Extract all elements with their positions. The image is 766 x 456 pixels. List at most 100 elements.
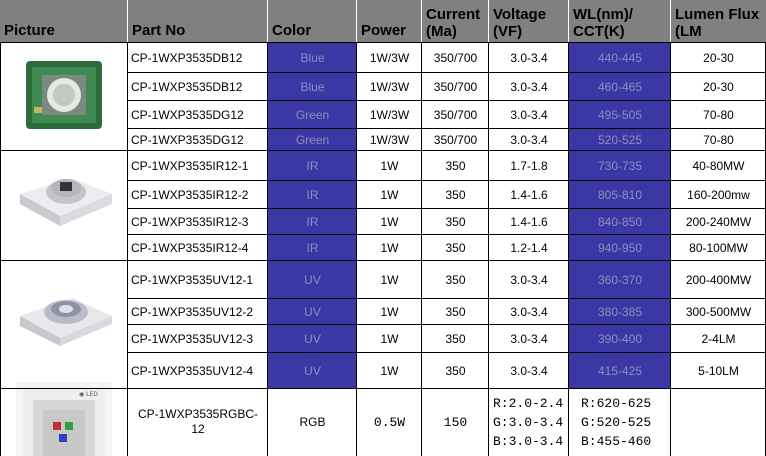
cell-wavelength: 730-735 bbox=[569, 152, 671, 180]
svg-text:◉ LED: ◉ LED bbox=[79, 391, 98, 398]
cell-current: 350/700 bbox=[433, 108, 478, 122]
grid-vertical-line bbox=[670, 42, 671, 456]
rgb-voltage: R:2.0-2.4 G:3.0-3.4 B:3.0-3.4 bbox=[493, 395, 564, 449]
cell-color: UV bbox=[268, 262, 357, 298]
cell-current: 350 bbox=[445, 241, 466, 255]
rgb-part-no: CP-1WXP3535RGBC- 12 bbox=[137, 407, 259, 436]
header-power: Power bbox=[357, 0, 422, 42]
cell-current: 350/700 bbox=[433, 51, 478, 65]
cell-current: 350 bbox=[445, 273, 466, 287]
cell-power: 1W bbox=[380, 364, 399, 378]
cell-lumen-flux: 70-80 bbox=[703, 108, 734, 122]
grid-horizontal-line bbox=[128, 298, 766, 299]
grid-horizontal-line bbox=[128, 324, 766, 325]
cell-part-no: CP-1WXP3535UV12-2 bbox=[131, 305, 254, 319]
rgb-led-package-icon: ◉ LED bbox=[16, 382, 112, 456]
cell-power: 1W/3W bbox=[369, 108, 410, 122]
rgb-wavelength: R:620-625 G:520-525 B:455-460 bbox=[581, 395, 652, 449]
cell-lumen-flux: 80-100MW bbox=[689, 241, 748, 255]
header-lumen-flux: Lumen Flux (LM bbox=[671, 0, 766, 42]
cell-lumen-flux: 5-10LM bbox=[698, 364, 739, 378]
cell-wavelength: 440-445 bbox=[569, 44, 671, 72]
cell-part-no: CP-1WXP3535UV12-4 bbox=[131, 364, 254, 378]
cell-current: 350 bbox=[445, 364, 466, 378]
cell-current: 350 bbox=[445, 188, 466, 202]
cell-lumen-flux: 70-80 bbox=[703, 133, 734, 147]
rgb-current: 150 bbox=[443, 414, 468, 430]
cell-voltage: 1.2-1.4 bbox=[510, 241, 548, 255]
grid-vertical-line bbox=[568, 42, 569, 456]
cell-voltage: 3.0-3.4 bbox=[510, 305, 548, 319]
cell-power: 1W/3W bbox=[369, 133, 410, 147]
cell-part-no: CP-1WXP3535IR12-4 bbox=[131, 241, 249, 255]
cell-lumen-flux: 40-80MW bbox=[692, 159, 745, 173]
grid-horizontal-line bbox=[0, 42, 766, 43]
cell-current: 350 bbox=[445, 332, 466, 346]
green-pcb-led-icon bbox=[8, 52, 120, 138]
cell-power: 1W bbox=[380, 332, 399, 346]
cell-wavelength: 390-400 bbox=[569, 326, 671, 352]
cell-power: 1W bbox=[380, 159, 399, 173]
cell-color: UV bbox=[268, 300, 357, 324]
cell-wavelength: 460-465 bbox=[569, 74, 671, 100]
cell-part-no: CP-1WXP3535DG12 bbox=[131, 133, 244, 147]
cell-part-no: CP-1WXP3535IR12-1 bbox=[131, 159, 249, 173]
cell-color: Green bbox=[268, 102, 357, 128]
cell-power: 1W bbox=[380, 273, 399, 287]
cell-part-no: CP-1WXP3535UV12-3 bbox=[131, 332, 254, 346]
cell-part-no: CP-1WXP3535DB12 bbox=[131, 51, 243, 65]
grid-vertical-line bbox=[127, 42, 128, 456]
grid-horizontal-line bbox=[128, 128, 766, 129]
cell-wavelength: 380-385 bbox=[569, 300, 671, 324]
grid-vertical-line bbox=[421, 42, 422, 456]
grid-horizontal-line bbox=[0, 150, 766, 151]
cell-wavelength: 805-810 bbox=[569, 182, 671, 208]
grid-horizontal-line bbox=[0, 260, 766, 261]
header-voltage: Voltage (VF) bbox=[489, 0, 569, 42]
cell-power: 1W/3W bbox=[369, 80, 410, 94]
cell-voltage: 3.0-3.4 bbox=[510, 364, 548, 378]
cell-voltage: 1.4-1.6 bbox=[510, 188, 548, 202]
cell-color: IR bbox=[268, 236, 357, 260]
cell-voltage: 3.0-3.4 bbox=[510, 273, 548, 287]
cell-voltage: 3.0-3.4 bbox=[510, 332, 548, 346]
grid-horizontal-line bbox=[128, 352, 766, 353]
cell-part-no: CP-1WXP3535DG12 bbox=[131, 108, 244, 122]
cell-voltage: 1.7-1.8 bbox=[510, 159, 548, 173]
cell-lumen-flux: 200-400MW bbox=[685, 273, 752, 287]
cell-color: Green bbox=[268, 130, 357, 150]
cell-part-no: CP-1WXP3535UV12-1 bbox=[131, 273, 254, 287]
cell-voltage: 3.0-3.4 bbox=[510, 133, 548, 147]
header-current: Current (Ma) bbox=[422, 0, 489, 42]
cell-power: 1W bbox=[380, 215, 399, 229]
cell-lumen-flux: 20-30 bbox=[703, 80, 734, 94]
cell-voltage: 3.0-3.4 bbox=[510, 51, 548, 65]
cell-wavelength: 520-525 bbox=[569, 130, 671, 150]
cell-color: Blue bbox=[268, 44, 357, 72]
rgb-power: 0.5W bbox=[373, 414, 406, 430]
grid-horizontal-line bbox=[128, 180, 766, 181]
cell-lumen-flux: 200-240MW bbox=[685, 215, 752, 229]
cell-voltage: 3.0-3.4 bbox=[510, 80, 548, 94]
header-part-no: Part No bbox=[128, 0, 268, 42]
grid-vertical-line bbox=[267, 42, 268, 456]
grid-vertical-line bbox=[0, 42, 1, 456]
ir-ceramic-led-icon bbox=[6, 152, 122, 248]
grid-horizontal-line bbox=[128, 100, 766, 101]
cell-color: IR bbox=[268, 152, 357, 180]
cell-color: IR bbox=[268, 210, 357, 234]
cell-color: IR bbox=[268, 182, 357, 208]
cell-voltage: 3.0-3.4 bbox=[510, 108, 548, 122]
cell-color: UV bbox=[268, 354, 357, 388]
grid-horizontal-line bbox=[128, 208, 766, 209]
cell-wavelength: 495-505 bbox=[569, 102, 671, 128]
cell-color: UV bbox=[268, 326, 357, 352]
grid-vertical-line bbox=[356, 42, 357, 456]
cell-part-no: CP-1WXP3535IR12-3 bbox=[131, 215, 249, 229]
cell-power: 1W bbox=[380, 241, 399, 255]
cell-lumen-flux: 20-30 bbox=[703, 51, 734, 65]
cell-current: 350 bbox=[445, 215, 466, 229]
cell-lumen-flux: 2-4LM bbox=[701, 332, 736, 346]
cell-wavelength: 940-950 bbox=[569, 236, 671, 260]
cell-wavelength: 840-850 bbox=[569, 210, 671, 234]
